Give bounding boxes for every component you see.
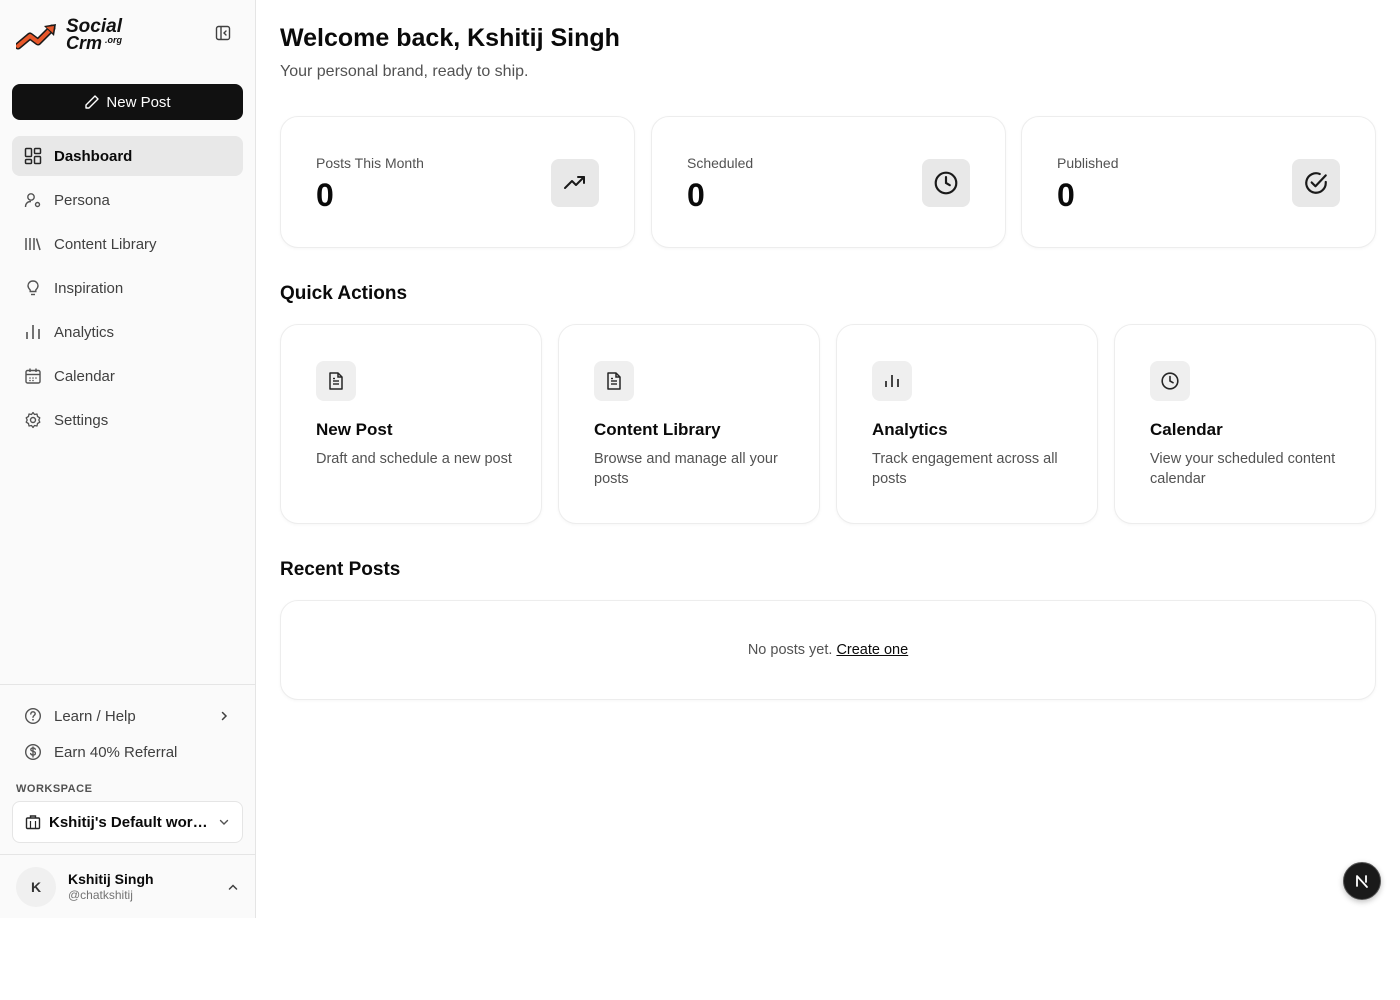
- stat-card-published: Published 0: [1021, 116, 1376, 248]
- calendar-icon: [24, 367, 42, 385]
- sidebar-item-analytics[interactable]: Analytics: [12, 312, 243, 352]
- workspace-select[interactable]: Kshitij's Default workspace: [12, 801, 243, 843]
- sidebar-item-label: Calendar: [54, 367, 115, 385]
- workspace-section-label: WORKSPACE: [16, 783, 93, 795]
- brand-logo[interactable]: Social Crm .org: [14, 12, 128, 56]
- recent-posts-empty-state: No posts yet. Create one: [280, 600, 1376, 700]
- recent-posts-heading: Recent Posts: [280, 559, 401, 580]
- library-icon: [24, 235, 42, 253]
- new-post-button[interactable]: New Post: [12, 84, 243, 120]
- quick-action-desc: Browse and manage all your posts: [594, 451, 778, 487]
- referral-label: Earn 40% Referral: [54, 743, 178, 761]
- new-post-label: New Post: [106, 93, 171, 111]
- user-handle: @chatkshitij: [68, 888, 133, 902]
- quick-action-title: Content Library: [594, 420, 721, 439]
- fab-letter: N: [1352, 871, 1353, 872]
- n-logo-icon: N: [1352, 871, 1368, 888]
- gear-icon: [24, 411, 42, 429]
- stat-card-scheduled: Scheduled 0: [651, 116, 1006, 248]
- sidebar-nav: Dashboard Persona Content Library Inspir…: [12, 136, 243, 444]
- sidebar: Social Crm .org New Post Dashboard Perso…: [0, 0, 256, 918]
- quick-action-calendar[interactable]: Calendar View your scheduled content cal…: [1114, 324, 1376, 524]
- document-icon: [594, 361, 634, 401]
- sidebar-item-label: Inspiration: [54, 279, 124, 297]
- quick-action-desc: Track engagement across all posts: [872, 451, 1058, 487]
- user-cog-icon: [24, 191, 42, 209]
- main-content: Welcome back, Kshitij Singh Your persona…: [256, 0, 1400, 918]
- quick-actions-heading: Quick Actions: [280, 283, 408, 304]
- app-root: Social Crm .org New Post Dashboard Perso…: [0, 0, 1400, 918]
- quick-action-desc: View your scheduled content calendar: [1150, 451, 1336, 487]
- pencil-icon: [85, 95, 100, 109]
- page-title: Welcome back, Kshitij Singh: [280, 24, 620, 52]
- chevron-down-icon: [219, 819, 229, 825]
- document-icon: [316, 361, 356, 401]
- user-account-menu[interactable]: K Kshitij Singh @chatkshitij: [0, 854, 255, 918]
- help-circle-icon: [24, 707, 42, 725]
- trending-up-icon: [551, 159, 599, 207]
- building-icon: [25, 815, 41, 830]
- page-subtitle: Your personal brand, ready to ship.: [280, 63, 529, 80]
- quick-action-new-post[interactable]: New Post Draft and schedule a new post: [280, 324, 542, 524]
- sidebar-item-label: Persona: [54, 191, 110, 209]
- quick-action-title: New Post: [316, 420, 393, 439]
- sidebar-collapse-button[interactable]: [212, 22, 234, 44]
- clock-icon: [922, 159, 970, 207]
- learn-help-label: Learn / Help: [54, 707, 136, 725]
- referral-link[interactable]: Earn 40% Referral: [24, 741, 234, 763]
- quick-action-desc: Draft and schedule a new post: [316, 451, 512, 467]
- stat-value: 0: [687, 177, 705, 213]
- stat-value: 0: [316, 177, 334, 213]
- clock-icon: [1150, 361, 1190, 401]
- sidebar-item-settings[interactable]: Settings: [12, 400, 243, 440]
- sidebar-item-persona[interactable]: Persona: [12, 180, 243, 220]
- chevron-right-icon: [221, 711, 228, 721]
- sidebar-item-label: Dashboard: [54, 147, 133, 165]
- logo-mark-icon: Social Crm .org: [14, 16, 123, 53]
- dashboard-icon: [24, 147, 42, 165]
- user-info: Kshitij Singh @chatkshitij: [68, 871, 215, 902]
- recent-empty-text: No posts yet.: [747, 642, 833, 658]
- sidebar-item-calendar[interactable]: Calendar: [12, 356, 243, 396]
- learn-help-link[interactable]: Learn / Help: [24, 705, 234, 727]
- user-name: Kshitij Singh: [68, 871, 154, 887]
- quick-action-analytics[interactable]: Analytics Track engagement across all po…: [836, 324, 1098, 524]
- quick-action-title: Analytics: [872, 420, 948, 439]
- stat-label: Scheduled: [687, 155, 754, 171]
- chevron-up-icon: [228, 883, 238, 890]
- bar-chart-icon: [24, 323, 42, 341]
- stat-label: Published: [1057, 155, 1119, 171]
- sidebar-item-label: Settings: [54, 411, 109, 429]
- avatar: K: [16, 866, 56, 907]
- logo-suffix: .org: [105, 35, 123, 45]
- lightbulb-icon: [24, 279, 42, 297]
- sidebar-item-dashboard[interactable]: Dashboard: [12, 136, 243, 176]
- create-post-link[interactable]: Create one: [836, 642, 908, 658]
- floating-assistant-button[interactable]: N: [1343, 862, 1381, 900]
- stat-label: Posts This Month: [316, 155, 424, 171]
- sidebar-item-inspiration[interactable]: Inspiration: [12, 268, 243, 308]
- dollar-circle-icon: [24, 743, 42, 761]
- sidebar-item-label: Analytics: [54, 323, 115, 341]
- logo-line2: Crm: [66, 33, 102, 53]
- check-circle-icon: [1292, 159, 1340, 207]
- workspace-name: Kshitij's Default workspace: [49, 813, 210, 831]
- sidebar-item-content-library[interactable]: Content Library: [12, 224, 243, 264]
- quick-action-title: Calendar: [1150, 420, 1223, 439]
- stat-card-posts-this-month: Posts This Month 0: [280, 116, 635, 248]
- quick-action-content-library[interactable]: Content Library Browse and manage all yo…: [558, 324, 820, 524]
- sidebar-item-label: Content Library: [54, 235, 157, 253]
- bar-chart-icon: [872, 361, 912, 401]
- panel-left-icon: [215, 25, 231, 41]
- stat-value: 0: [1057, 177, 1075, 213]
- sidebar-footer: Learn / Help Earn 40% Referral WORKSPACE…: [0, 684, 255, 843]
